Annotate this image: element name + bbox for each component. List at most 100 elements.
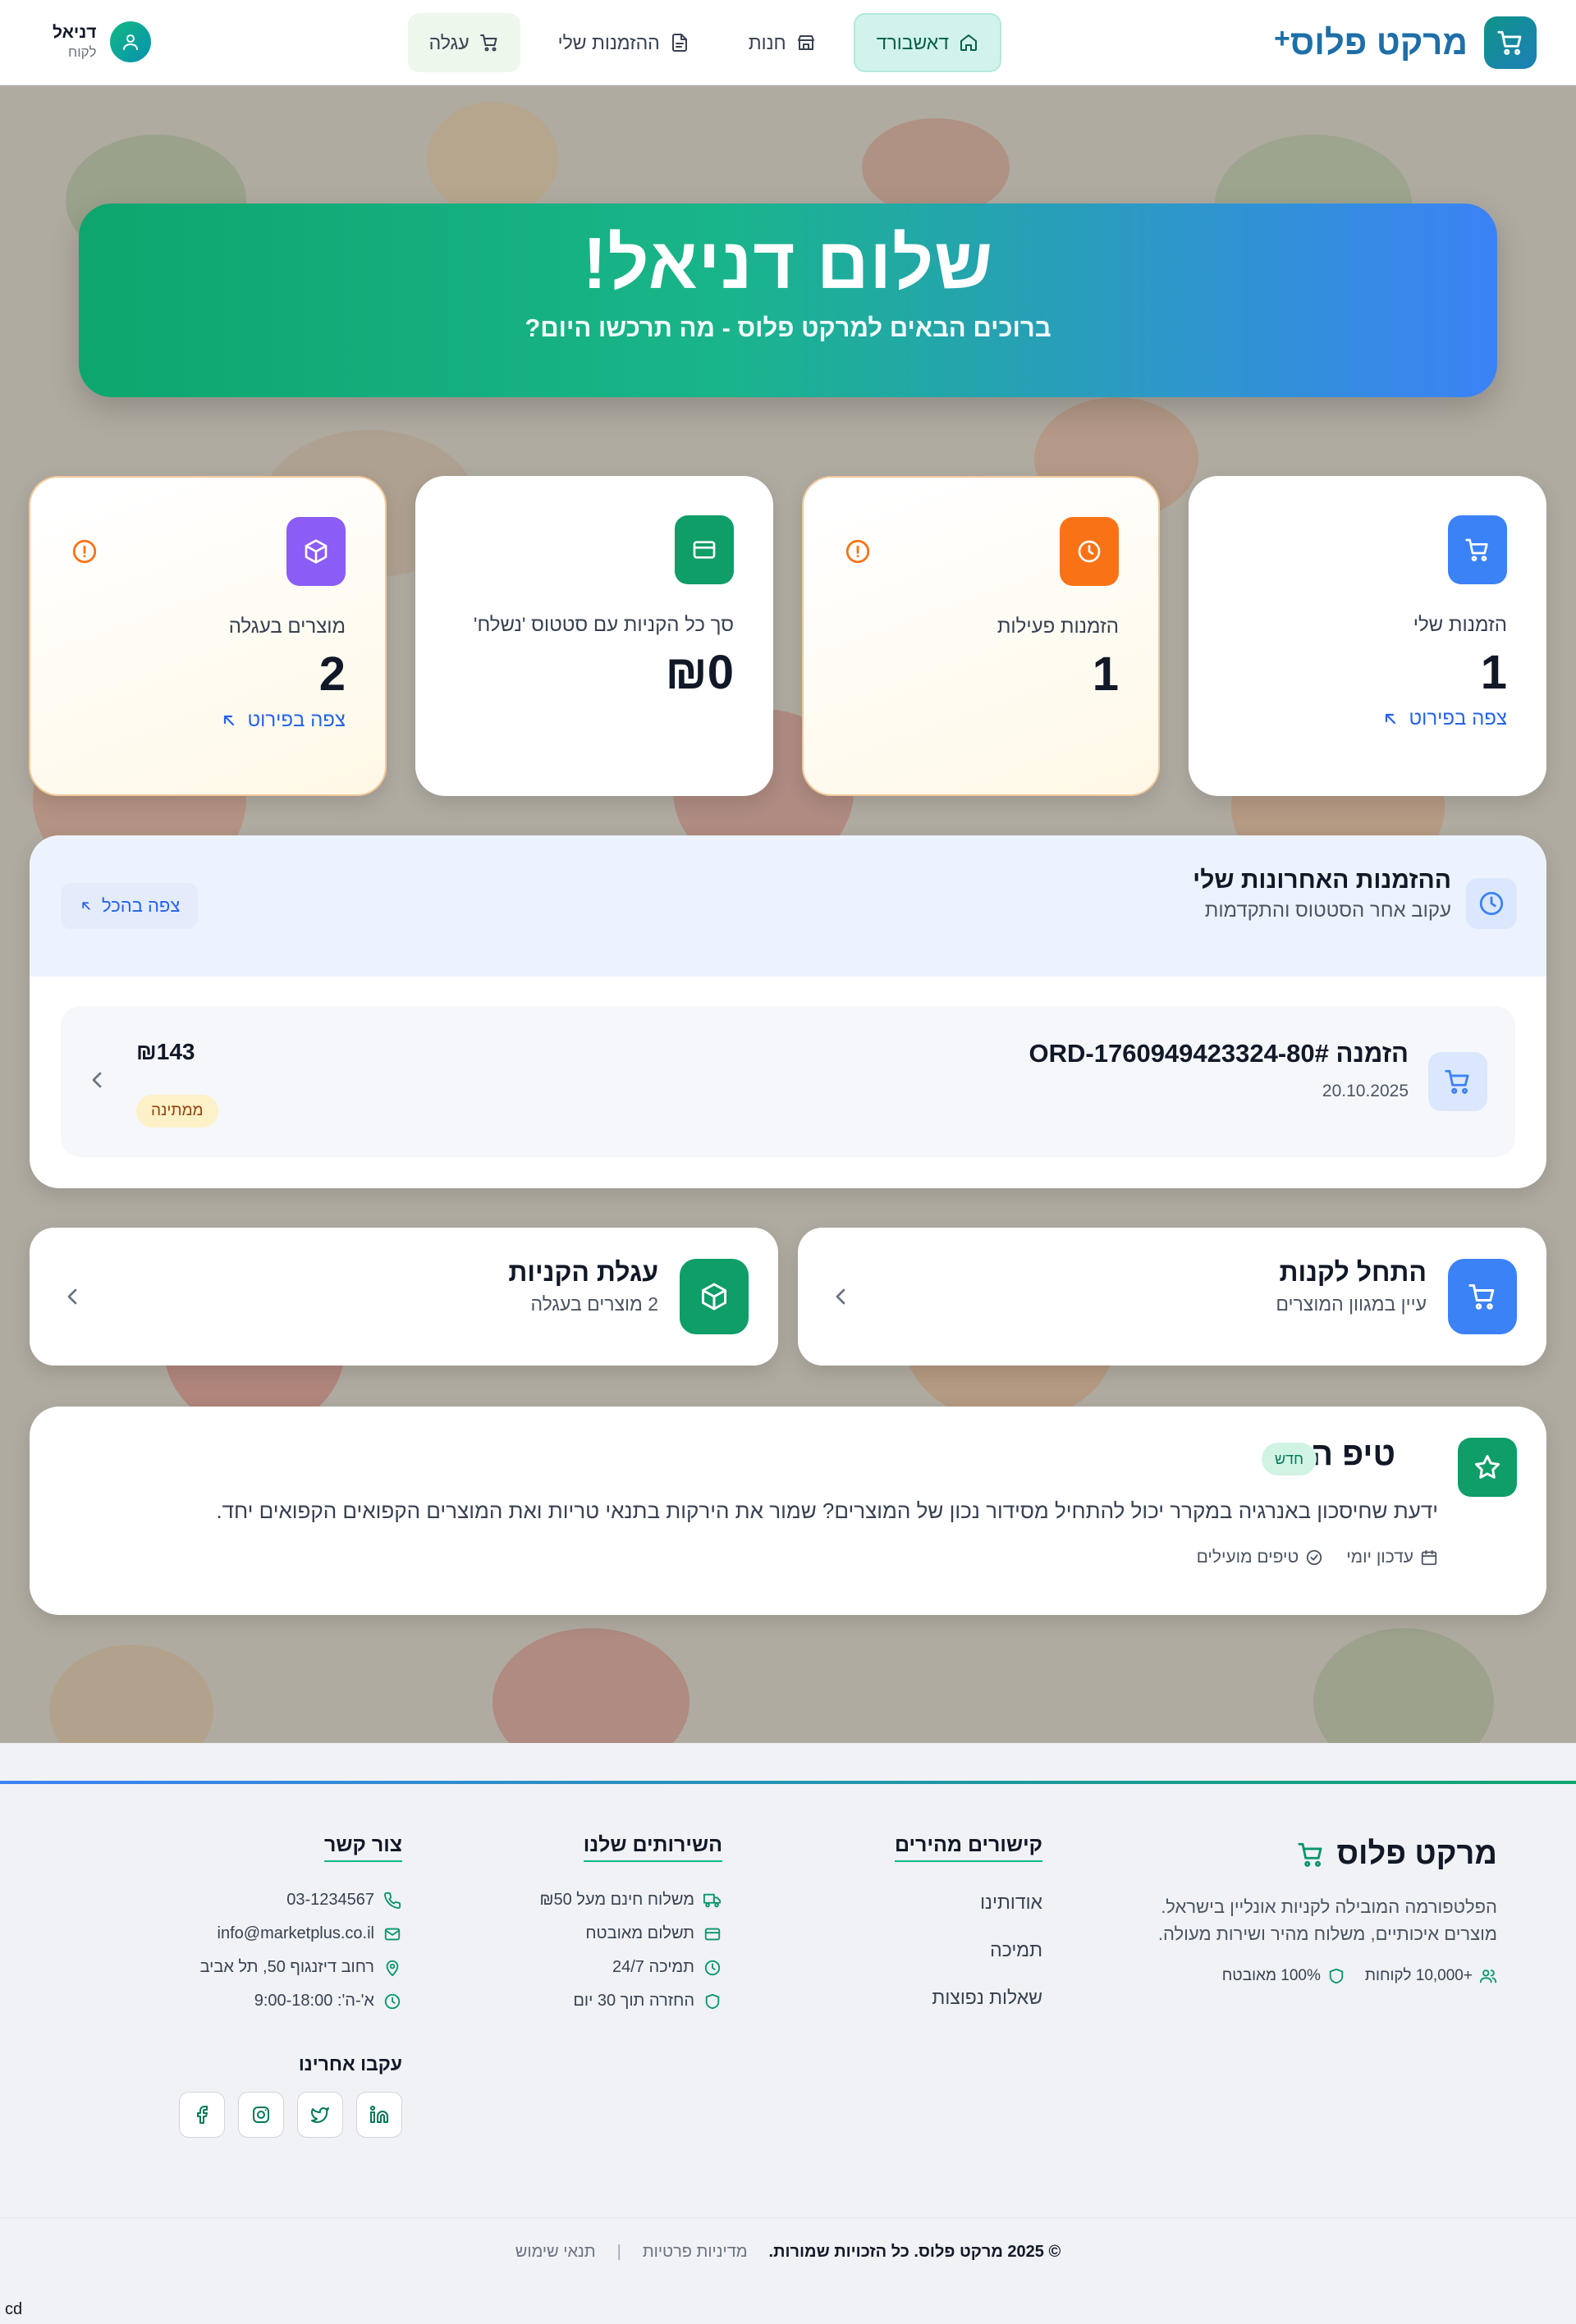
star-icon	[1458, 1438, 1517, 1497]
shield-icon	[703, 1992, 722, 2011]
cart-icon	[479, 33, 499, 53]
stat-card-my-orders[interactable]: הזמנות שלי 1 צפה בפירוט	[1189, 476, 1546, 796]
chevron-left-icon	[59, 1283, 85, 1310]
cart-icon	[1484, 16, 1537, 69]
nav-my-orders[interactable]: ההזמנות שלי	[537, 13, 711, 72]
view-details-link[interactable]: צפה בפירוט	[1381, 707, 1507, 730]
privacy-policy-link[interactable]: מדיניות פרטיות	[643, 2243, 748, 2262]
contact-label: 03-1234567	[286, 1891, 374, 1909]
nav-dashboard[interactable]: דאשבורד	[853, 13, 1001, 72]
tip-meta: עדכון יומי טיפים מועילים	[1197, 1548, 1438, 1567]
credit-card-icon	[703, 1924, 722, 1944]
user-icon	[109, 21, 151, 62]
start-shopping-card[interactable]: התחל לקנות עיין במגוון המוצרים	[798, 1228, 1546, 1366]
stat-value: ₪0	[665, 646, 734, 699]
twitter-icon[interactable]	[297, 2092, 343, 2138]
service-label: תמיכה 24/7	[612, 1958, 694, 1976]
order-row[interactable]: הזמנה #ORD-1760949423324-80 20.10.2025 ₪…	[61, 1006, 1515, 1157]
footer-description-line: הפלטפורמה המובילה לקניות אונליין בישראל.	[1161, 1896, 1497, 1917]
facebook-icon[interactable]	[179, 2092, 225, 2138]
service-item: החזרה תוך 30 יום	[460, 1984, 722, 2018]
recent-orders-header: ההזמנות האחרונות שלי עקוב אחר הסטטוס והת…	[30, 835, 1546, 977]
quick-links-title: קישורים מהירים	[894, 1833, 1042, 1862]
user-name: דניאל	[53, 23, 97, 42]
nav-my-orders-label: ההזמנות שלי	[557, 31, 660, 53]
clock-icon	[703, 1958, 722, 1978]
useful-tips-label: טיפים מועילים	[1196, 1548, 1299, 1567]
arrow-up-left-icon	[79, 899, 94, 913]
recent-orders-subtitle: עקוב אחר הסטטוס והתקדמות	[1204, 899, 1451, 922]
order-price: ₪143	[136, 1039, 195, 1064]
terms-of-use-link[interactable]: תנאי שימוש	[515, 2243, 596, 2262]
service-label: החזרה תוך 30 יום	[573, 1992, 694, 2010]
nav-cart[interactable]: עגלה	[407, 13, 520, 72]
new-badge: חדש	[1262, 1443, 1317, 1475]
footer-logo: מרקט פלוס	[1152, 1837, 1497, 1872]
contact-hours: א'-ה': 9:00-18:00	[107, 1984, 402, 2018]
service-label: תשלום מאובטח	[585, 1924, 694, 1942]
nav-dashboard-label: דאשבורד	[876, 31, 949, 53]
cart-icon	[1428, 1052, 1487, 1111]
credit-card-icon	[675, 515, 734, 584]
footer-stats: +10,000 לקוחות 100% מאובטח	[1152, 1967, 1497, 1985]
view-all-button[interactable]: צפה בהכל	[61, 883, 199, 929]
daily-update-label: עדכון יומי	[1346, 1548, 1413, 1567]
instagram-icon[interactable]	[238, 2092, 284, 2138]
stat-card-cart-items[interactable]: מוצרים בעגלה 2 צפה בפירוט	[29, 476, 387, 796]
service-label: משלוח חינם מעל ₪50	[539, 1891, 695, 1909]
clock-icon	[1466, 878, 1517, 929]
stat-value: 1	[1092, 647, 1119, 701]
footer-link-faq[interactable]: שאלות נפוצות	[796, 1974, 1042, 2021]
arrow-up-left-icon	[219, 711, 239, 730]
contact-email[interactable]: info@marketplus.co.il	[107, 1917, 402, 1951]
footer-brand-name: מרקט פלוס	[1336, 1837, 1497, 1871]
home-icon	[959, 33, 978, 53]
shield-icon	[1327, 1967, 1345, 1985]
check-circle-icon	[1305, 1549, 1323, 1567]
mail-icon	[383, 1924, 402, 1944]
document-icon	[670, 33, 690, 53]
view-details-label: צפה בפירוט	[247, 709, 346, 731]
linkedin-icon[interactable]	[356, 2092, 402, 2138]
contact-label: רחוב דיזנגוף 50, תל אביב	[199, 1958, 374, 1976]
stat-card-shipped-total: סך כל הקניות עם סטטוס 'נשלח' ₪0	[415, 476, 773, 796]
useful-tips-tag: טיפים מועילים	[1197, 1548, 1324, 1567]
main-nav: דאשבורד חנות ההזמנות שלי עגלה	[407, 13, 1001, 72]
service-item: משלוח חינם מעל ₪50	[460, 1883, 722, 1917]
contact-title: צור קשר	[324, 1833, 402, 1862]
view-details-link[interactable]: צפה בפירוט	[219, 709, 346, 732]
contact-address: רחוב דיזנגוף 50, תל אביב	[107, 1951, 402, 1984]
follow-title: עקבו אחרינו	[298, 2053, 402, 2075]
truck-icon	[703, 1891, 722, 1910]
site-logo[interactable]: מרקט פלוס+	[1274, 16, 1537, 69]
store-icon	[796, 33, 816, 53]
user-role: לקוח	[68, 44, 97, 60]
user-menu[interactable]: דניאל לקוח	[53, 21, 151, 62]
action-subtitle: 2 מוצרים בעגלה	[530, 1293, 658, 1315]
recent-orders-panel: ההזמנות האחרונות שלי עקוב אחר הסטטוס והת…	[30, 835, 1546, 1188]
shopping-cart-card[interactable]: עגלת הקניות 2 מוצרים בעגלה	[30, 1228, 778, 1366]
welcome-title: שלום דניאל!	[582, 222, 994, 304]
footer-link-support[interactable]: תמיכה	[796, 1926, 1042, 1974]
contact-label: א'-ה': 9:00-18:00	[254, 1992, 374, 2010]
footer-bottom-bar: © 2025 מרקט פלוס. כל הזכויות שמורות. מדי…	[0, 2217, 1576, 2286]
nav-store[interactable]: חנות	[727, 13, 837, 72]
secure-stat-label: 100% מאובטח	[1221, 1967, 1321, 1984]
contact-label: info@marketplus.co.il	[217, 1924, 374, 1942]
contact-phone[interactable]: 03-1234567	[107, 1883, 402, 1917]
stat-card-active-orders[interactable]: הזמנות פעילות 1	[802, 476, 1160, 796]
footer-description: הפלטפורמה המובילה לקניות אונליין בישראל.…	[1152, 1893, 1497, 1947]
calendar-icon	[1420, 1549, 1438, 1567]
footer-link-about[interactable]: אודותינו	[796, 1878, 1042, 1926]
contact-us: צור קשר 03-1234567 info@marketplus.co.il…	[107, 1833, 402, 2018]
users-icon	[1479, 1967, 1497, 1985]
map-pin-icon	[383, 1958, 402, 1978]
stat-label: סך כל הקניות עם סטטוס 'נשלח'	[473, 614, 734, 636]
customers-stat: +10,000 לקוחות	[1365, 1967, 1497, 1985]
footer-brand: מרקט פלוס הפלטפורמה המובילה לקניות אונלי…	[1152, 1837, 1497, 1985]
view-all-label: צפה בהכל	[102, 895, 181, 916]
welcome-banner: שלום דניאל! ברוכים הבאים למרקט פלוס - מה…	[79, 204, 1497, 397]
logo-text: מרקט פלוס+	[1274, 23, 1468, 62]
action-subtitle: עיין במגוון המוצרים	[1276, 1293, 1427, 1315]
follow-us: עקבו אחרינו	[107, 2053, 402, 2138]
